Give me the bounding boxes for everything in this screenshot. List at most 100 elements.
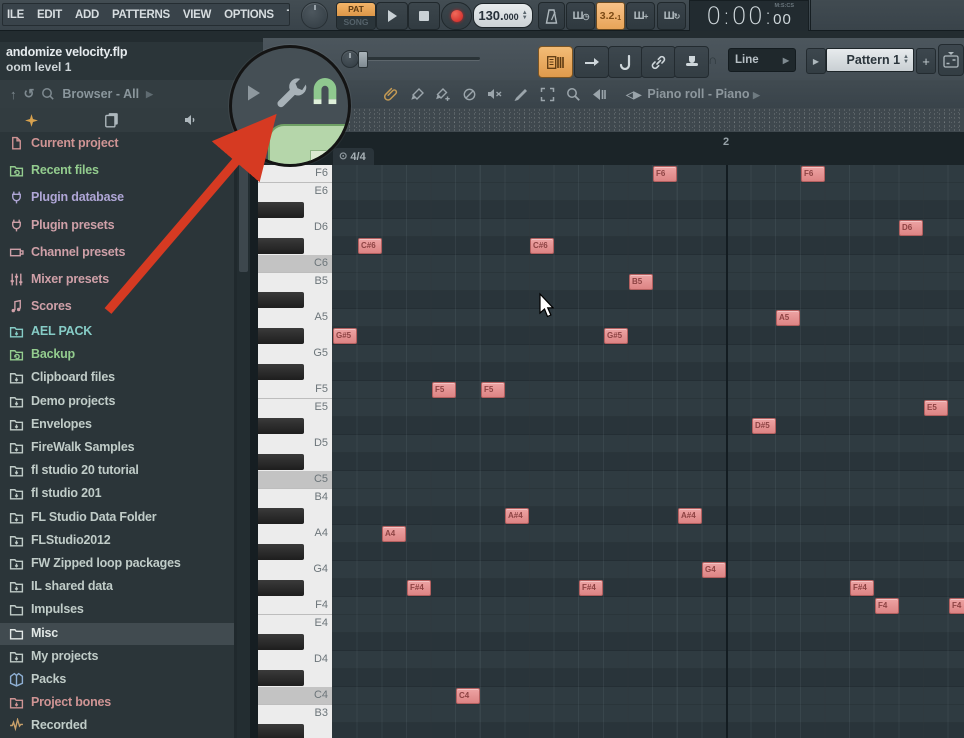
search-icon[interactable] (41, 87, 55, 101)
piano-key-g-4[interactable] (258, 543, 332, 561)
piano-key-f-5[interactable] (258, 363, 332, 381)
menu-item-add[interactable]: ADD (75, 9, 99, 21)
piano-key-g-5[interactable] (258, 327, 332, 345)
sidebar-item-plugin-database[interactable]: Plugin database (0, 187, 234, 209)
sidebar-item-backup[interactable]: Backup (0, 344, 234, 366)
playback-tool-button[interactable] (586, 88, 612, 101)
sidebar-item-channel-presets[interactable]: Channel presets (0, 242, 234, 264)
piano-key-g4[interactable]: G4 (258, 561, 332, 579)
mute-button[interactable] (482, 87, 508, 101)
menu-item-tools[interactable]: TOOLS (287, 9, 290, 21)
sidebar-item-recent-files[interactable]: Recent files (0, 160, 234, 182)
note-d6-step-23[interactable]: D6 (899, 220, 923, 236)
piano-keyboard[interactable]: F6E6D6C6B5A5G5F5E5D5C5B4A4G4F4E4D4C4B3 (258, 165, 332, 738)
note-f5-step-6[interactable]: F5 (481, 382, 505, 398)
note-g-5-step-0[interactable]: G#5 (333, 328, 357, 344)
sidebar-item-scores[interactable]: Scores (0, 296, 234, 318)
piano-key-a-5[interactable] (258, 291, 332, 309)
note-b5-step-12[interactable]: B5 (629, 274, 653, 290)
note-c-6-step-8[interactable]: C#6 (530, 238, 554, 254)
play-button[interactable] (376, 2, 408, 30)
piano-key-f6[interactable]: F6 (258, 165, 332, 183)
piano-key-d4[interactable]: D4 (258, 651, 332, 669)
main-pitch-slider-handle[interactable] (358, 51, 368, 68)
draw-mode-select[interactable]: Line ▶ (728, 48, 796, 72)
speaker-icon[interactable] (184, 113, 200, 127)
black-key[interactable] (258, 328, 304, 344)
main-pitch-slider[interactable] (362, 57, 480, 60)
piano-key-c5[interactable]: C5 (258, 471, 332, 489)
note-c-6-step-1[interactable]: C#6 (358, 238, 382, 254)
metronome-button[interactable] (538, 2, 565, 30)
piano-key-d5[interactable]: D5 (258, 435, 332, 453)
piano-key-c-6[interactable] (258, 237, 332, 255)
piano-key-e5[interactable]: E5 (258, 399, 332, 417)
piano-key-a5[interactable]: A5 (258, 309, 332, 327)
portamento-button[interactable] (608, 46, 643, 78)
note-e5-step-24[interactable]: E5 (924, 400, 948, 416)
piano-key-b3[interactable]: B3 (258, 705, 332, 723)
step-advance-button[interactable] (574, 46, 609, 78)
sidebar-item-packs[interactable]: Packs (0, 669, 234, 691)
piano-key-a4[interactable]: A4 (258, 525, 332, 543)
loop-record-button[interactable]: Ш↻ (657, 2, 686, 30)
piano-key-a-3[interactable] (258, 723, 332, 738)
pat-song-switch[interactable]: PAT SONG (336, 2, 376, 30)
piano-key-f-4[interactable] (258, 579, 332, 597)
menu-item-edit[interactable]: EDIT (37, 9, 62, 21)
piano-roll-title[interactable]: ◁▶Piano roll - Piano ▶ (626, 87, 760, 101)
pattern-play-button[interactable]: ▶ (806, 48, 826, 74)
note-d-5-step-17[interactable]: D#5 (752, 418, 776, 434)
piano-key-a-4[interactable] (258, 507, 332, 525)
note-f-4-step-10[interactable]: F#4 (579, 580, 603, 596)
note-a5-step-18[interactable]: A5 (776, 310, 800, 326)
paint-button[interactable] (430, 87, 456, 102)
sidebar-item-ael-pack[interactable]: AEL PACK (0, 321, 234, 343)
menu-item-ile[interactable]: ILE (7, 9, 24, 21)
sidebar-item-firewalk-samples[interactable]: FireWalk Samples (0, 437, 234, 459)
typing-keyboard-button[interactable] (674, 46, 709, 78)
piano-key-d-4[interactable] (258, 633, 332, 651)
piano-key-g5[interactable]: G5 (258, 345, 332, 363)
record-button[interactable] (441, 2, 472, 30)
black-key[interactable] (258, 364, 304, 380)
sidebar-item-clipboard-files[interactable]: Clipboard files (0, 367, 234, 389)
pattern-spinner-icon[interactable]: ▲▼ (903, 55, 909, 65)
shuffle-knob[interactable] (341, 50, 359, 68)
select-button[interactable] (534, 87, 560, 102)
note-f6-step-19[interactable]: F6 (801, 166, 825, 182)
black-key[interactable] (258, 508, 304, 524)
pat-mode[interactable]: PAT (337, 3, 375, 16)
black-key[interactable] (258, 454, 304, 470)
piano-key-f4[interactable]: F4 (258, 597, 332, 615)
piano-key-d6[interactable]: D6 (258, 219, 332, 237)
note-f-4-step-3[interactable]: F#4 (407, 580, 431, 596)
note-f5-step-4[interactable]: F5 (432, 382, 456, 398)
piano-key-b4[interactable]: B4 (258, 489, 332, 507)
tempo-spinner-icon[interactable]: ▲▼ (522, 11, 528, 21)
undo-icon[interactable]: ↺ (24, 86, 35, 102)
horizontal-scrollbar[interactable] (337, 108, 964, 133)
draw-button[interactable] (404, 87, 430, 102)
note-a-4-step-14[interactable]: A#4 (678, 508, 702, 524)
note-f6-step-13[interactable]: F6 (653, 166, 677, 182)
pattern-add-button[interactable]: + (916, 48, 936, 74)
sidebar-item-plugin-presets[interactable]: Plugin presets (0, 215, 234, 237)
typing-link-button[interactable] (641, 46, 676, 78)
note-g-5-step-11[interactable]: G#5 (604, 328, 628, 344)
copy-pages-icon[interactable] (104, 112, 119, 128)
note-f4-step-22[interactable]: F4 (875, 598, 899, 614)
sidebar-item-fw-zipped-loop-packages[interactable]: FW Zipped loop packages (0, 553, 234, 575)
black-key[interactable] (258, 724, 304, 738)
black-key[interactable] (258, 580, 304, 596)
tempo-display[interactable]: 130.000 ▲▼ (473, 3, 533, 28)
step-edit-button[interactable] (538, 46, 573, 78)
sidebar-item-project-bones[interactable]: Project bones (0, 692, 234, 714)
sidebar-item-il-shared-data[interactable]: IL shared data (0, 576, 234, 598)
time-display[interactable]: 0:00: 00 M:S:CS (689, 0, 809, 32)
pattern-selector[interactable]: Pattern 1 ▲▼ (826, 48, 914, 72)
slice-button[interactable] (508, 87, 534, 102)
piano-key-c4[interactable]: C4 (258, 687, 332, 705)
note-a4-step-2[interactable]: A4 (382, 526, 406, 542)
stop-button[interactable] (408, 2, 440, 30)
